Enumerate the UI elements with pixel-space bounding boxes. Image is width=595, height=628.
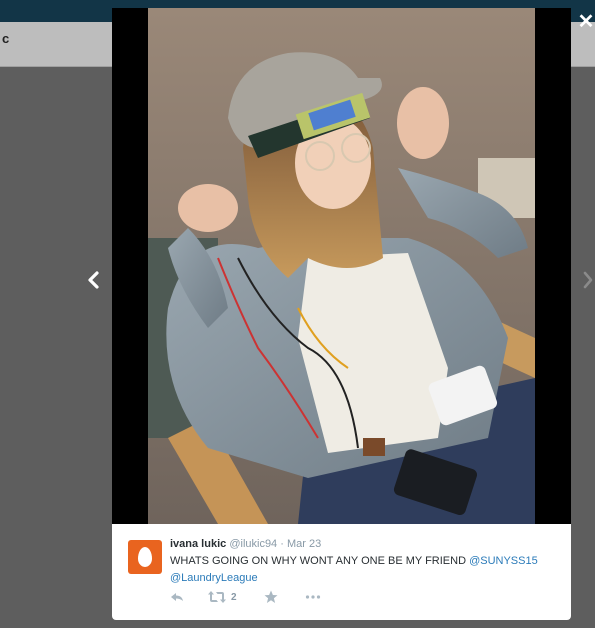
background-page-title: c [2, 31, 10, 46]
egg-avatar-icon [138, 547, 152, 567]
more-icon [305, 595, 321, 599]
retweet-button[interactable] [208, 590, 226, 604]
star-icon [264, 590, 278, 603]
favorite-button[interactable] [264, 590, 278, 604]
avatar[interactable] [128, 540, 162, 574]
next-media-button[interactable] [581, 268, 595, 292]
mention-laundryleague[interactable]: @LaundryLeague [170, 572, 258, 584]
close-button[interactable]: ✕ [577, 12, 595, 32]
mention-sunyss15[interactable]: @SUNYSS15 [469, 555, 538, 567]
author-name[interactable]: ivana lukic [170, 538, 226, 550]
header-separator: · [280, 538, 284, 550]
reply-icon [171, 593, 183, 601]
more-button[interactable] [305, 590, 321, 604]
photo-illustration [148, 8, 535, 524]
author-handle[interactable]: @ilukic94 [229, 538, 277, 550]
close-icon: ✕ [577, 11, 595, 33]
retweet-icon [208, 591, 226, 603]
tweet-header: ivana lukic @ilukic94 · Mar 23 [170, 538, 321, 550]
chevron-right-icon [583, 271, 593, 289]
reply-button[interactable] [170, 590, 184, 604]
tweet-date[interactable]: Mar 23 [287, 538, 321, 550]
previous-media-button[interactable] [86, 268, 102, 292]
tweet-body: WHATS GOING ON WHY WONT ANY ONE BE MY FR… [170, 555, 470, 567]
tweet-card: ivana lukic @ilukic94 · Mar 23 WHATS GOI… [112, 524, 571, 620]
tweet-photo[interactable] [148, 8, 535, 524]
retweet-count: 2 [231, 592, 237, 603]
tweet-text: WHATS GOING ON WHY WONT ANY ONE BE MY FR… [170, 553, 550, 587]
chevron-left-icon [88, 271, 99, 289]
